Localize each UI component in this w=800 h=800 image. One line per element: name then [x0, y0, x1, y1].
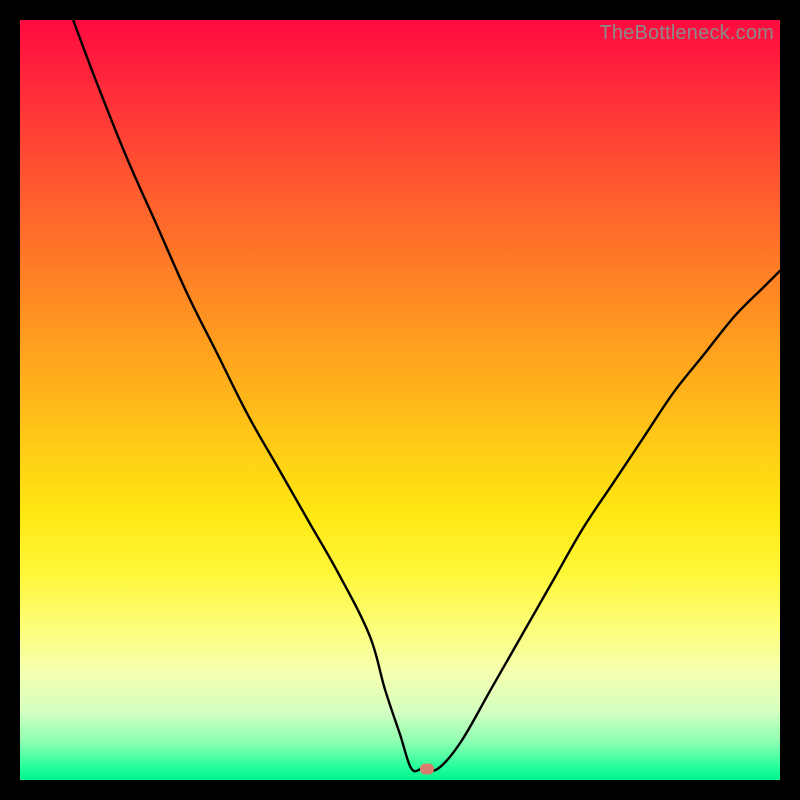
bottleneck-curve	[20, 20, 780, 780]
plot-area: TheBottleneck.com	[20, 20, 780, 780]
optimal-point-marker	[420, 763, 434, 774]
chart-frame: TheBottleneck.com	[0, 0, 800, 800]
